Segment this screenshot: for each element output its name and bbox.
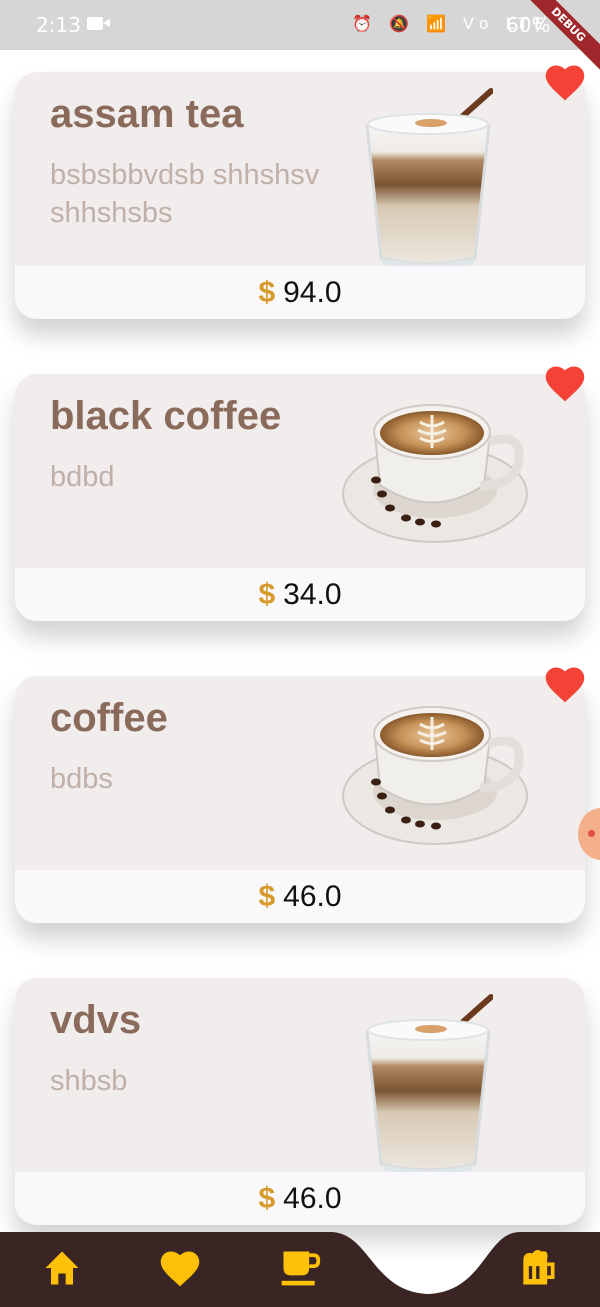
price-bar: $46.0 [15, 870, 585, 923]
price-bar: $94.0 [15, 266, 585, 319]
product-price: 46.0 [283, 1182, 342, 1215]
latte-art-cup-image [342, 706, 528, 845]
product-name: assam tea [50, 92, 244, 136]
beer-mug-icon[interactable] [516, 1246, 560, 1290]
status-time: 2:13 [36, 13, 81, 37]
product-name: vdvs [50, 998, 142, 1042]
product-name: coffee [50, 696, 168, 740]
product-description: bdbd [50, 461, 115, 493]
product-description: shbsb [50, 1065, 128, 1097]
coffee-cup-icon[interactable] [278, 1246, 322, 1290]
heart-icon[interactable] [158, 1246, 202, 1290]
favorite-heart-icon[interactable] [543, 60, 587, 104]
price-bar: $34.0 [15, 568, 585, 621]
product-price: 94.0 [283, 276, 342, 309]
latte-art-cup-image [342, 404, 528, 543]
dollar-icon: $ [258, 1182, 276, 1215]
dollar-icon: $ [258, 578, 276, 611]
home-icon[interactable] [40, 1246, 84, 1290]
status-bar: 2:13 ⏰ 🔕 📶 Vo LTE 60% DEBUG [0, 0, 600, 74]
favorite-heart-icon[interactable] [543, 361, 587, 405]
bottom-navigation-bar [0, 1232, 600, 1307]
product-price: 34.0 [283, 578, 342, 611]
product-description: bdbs [50, 763, 113, 795]
product-description: bsbsbbvdsb shhshsv shhshsbs [50, 159, 320, 229]
product-card[interactable]: assam tea bsbsbbvdsb shhshsv shhshsbs $9… [15, 72, 585, 319]
product-card[interactable]: vdvs shbsb $46.0 [15, 978, 585, 1225]
iced-latte-glass-image [365, 88, 493, 268]
product-name: black coffee [50, 394, 282, 438]
video-recording-icon [87, 17, 110, 30]
product-card[interactable]: black coffee bdbd $34.0 [15, 374, 585, 621]
product-price: 46.0 [283, 880, 342, 913]
price-bar: $46.0 [15, 1172, 585, 1225]
favorite-heart-icon[interactable] [543, 662, 587, 706]
battery-level: 60% [506, 13, 551, 37]
dollar-icon: $ [258, 276, 276, 309]
iced-latte-glass-image [365, 994, 493, 1174]
product-card[interactable]: coffee bdbs $46.0 [15, 676, 585, 923]
dollar-icon: $ [258, 880, 276, 913]
